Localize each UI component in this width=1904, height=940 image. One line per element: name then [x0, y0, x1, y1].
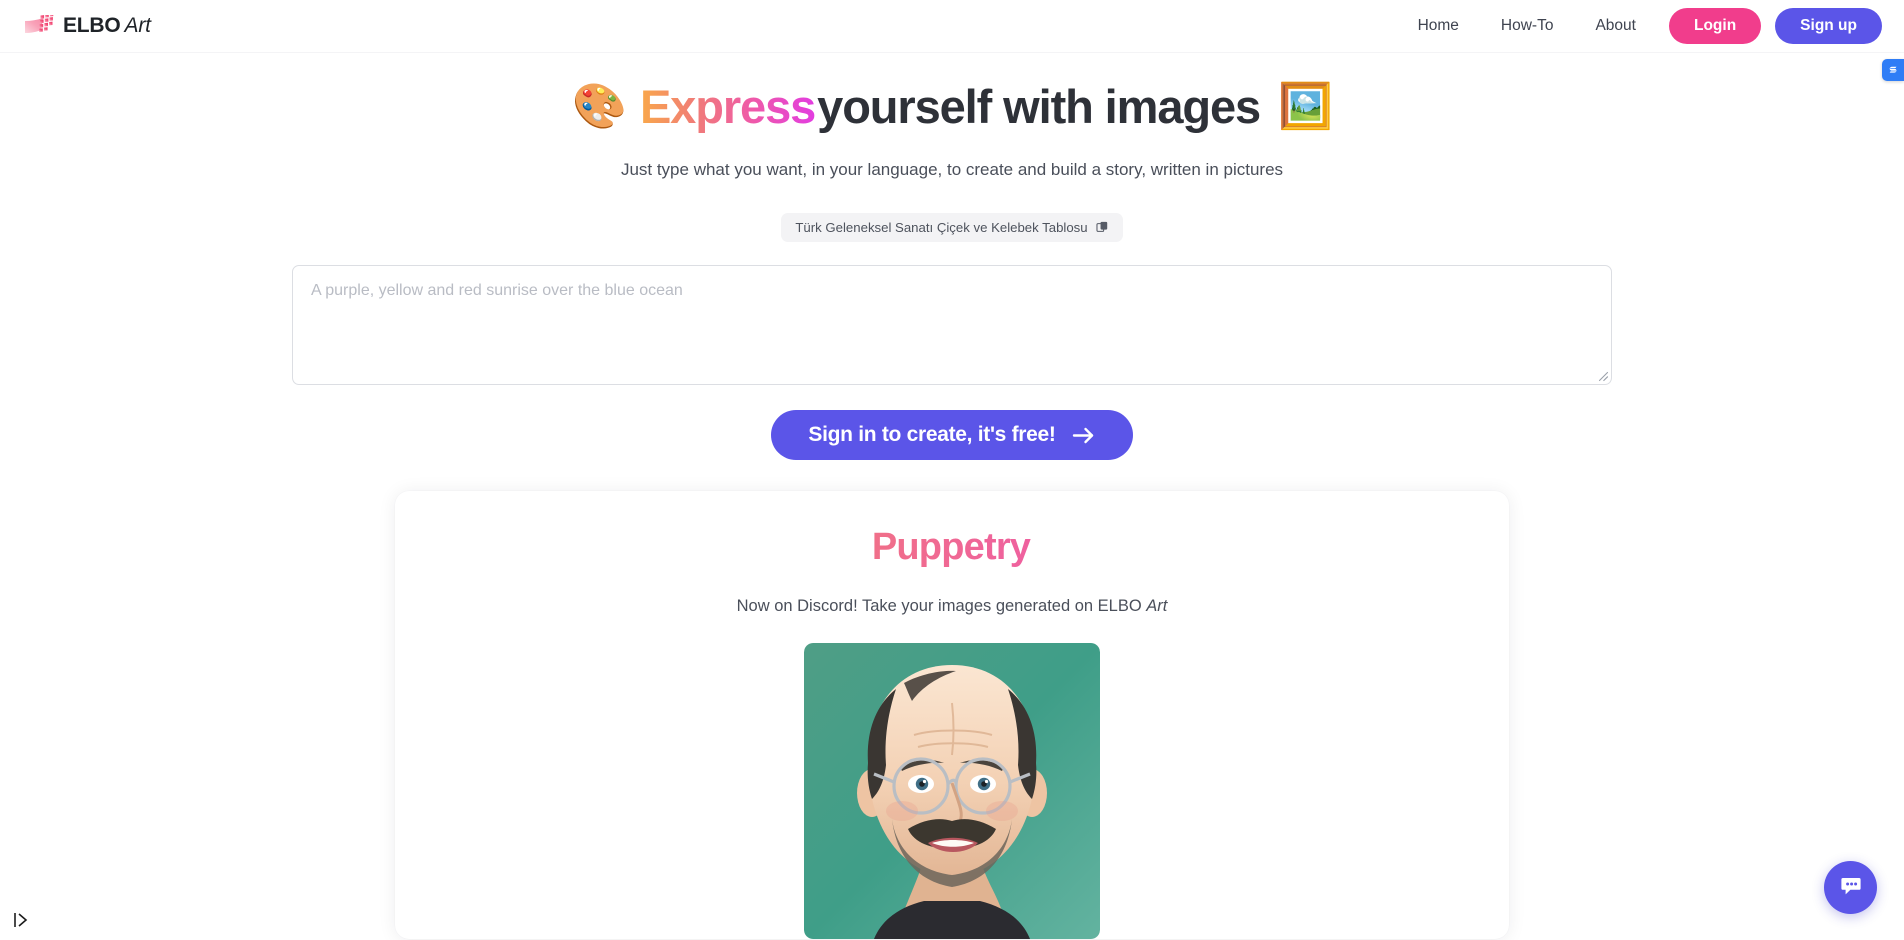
prompt-area [292, 265, 1612, 386]
chat-fab-button[interactable] [1824, 861, 1877, 914]
page-subtitle: Just type what you want, in your languag… [620, 160, 1284, 180]
brand-logo-link[interactable]: ELBO Art [24, 14, 151, 38]
main-navigation: Home How-To About Login Sign up [1397, 8, 1882, 44]
nav-link-how-to[interactable]: How-To [1480, 9, 1575, 43]
page-title: 🎨 Express yourself with images 🖼️ [0, 79, 1904, 134]
brand-name-bold: ELBO [63, 14, 121, 37]
text-cursor-icon [14, 913, 28, 927]
suggestion-row: Türk Geleneksel Sanatı Çiçek ve Kelebek … [0, 213, 1904, 243]
puppetry-subtitle-prefix: Now on Discord! Take your images generat… [736, 597, 1147, 616]
suggestion-chip[interactable]: Türk Geleneksel Sanatı Çiçek ve Kelebek … [781, 213, 1123, 243]
chat-bubble-icon [1838, 873, 1864, 902]
signup-button[interactable]: Sign up [1775, 8, 1882, 44]
copy-icon[interactable] [1096, 221, 1109, 234]
brand-name-italic: Art [124, 14, 151, 37]
brand-name: ELBO Art [63, 14, 151, 38]
puppetry-subtitle-italic: Art [1146, 597, 1168, 616]
puppetry-image-wrap [395, 643, 1509, 940]
suggestion-chip-label: Türk Geleneksel Sanatı Çiçek ve Kelebek … [795, 220, 1088, 236]
hero-section: 🎨 Express yourself with images 🖼️ Just t… [0, 53, 1904, 243]
nav-link-home[interactable]: Home [1397, 9, 1480, 43]
puppetry-card: Puppetry Now on Discord! Take your image… [395, 491, 1509, 940]
framed-picture-emoji-icon: 🖼️ [1278, 81, 1333, 131]
puppetry-portrait-image [804, 643, 1100, 940]
sign-in-to-create-button[interactable]: Sign in to create, it's free! [771, 410, 1133, 461]
palette-emoji-icon: 🎨 [572, 81, 627, 131]
arrow-right-icon [1072, 426, 1096, 445]
page-title-rest: yourself with images [817, 80, 1261, 133]
site-header: ELBO Art Home How-To About Login Sign up [0, 0, 1904, 81]
login-button[interactable]: Login [1668, 8, 1762, 44]
elbo-flag-logo-icon [24, 15, 54, 37]
puppetry-title: Puppetry [395, 526, 1509, 569]
puppetry-subtitle: Now on Discord! Take your images generat… [395, 597, 1509, 616]
sign-in-to-create-label: Sign in to create, it's free! [808, 423, 1056, 447]
nav-link-about[interactable]: About [1574, 9, 1657, 43]
cta-row: Sign in to create, it's free! [0, 410, 1904, 461]
browser-extension-icon[interactable] [1882, 59, 1904, 81]
prompt-input[interactable] [292, 265, 1612, 386]
page-title-gradient-word: Express [639, 80, 816, 133]
